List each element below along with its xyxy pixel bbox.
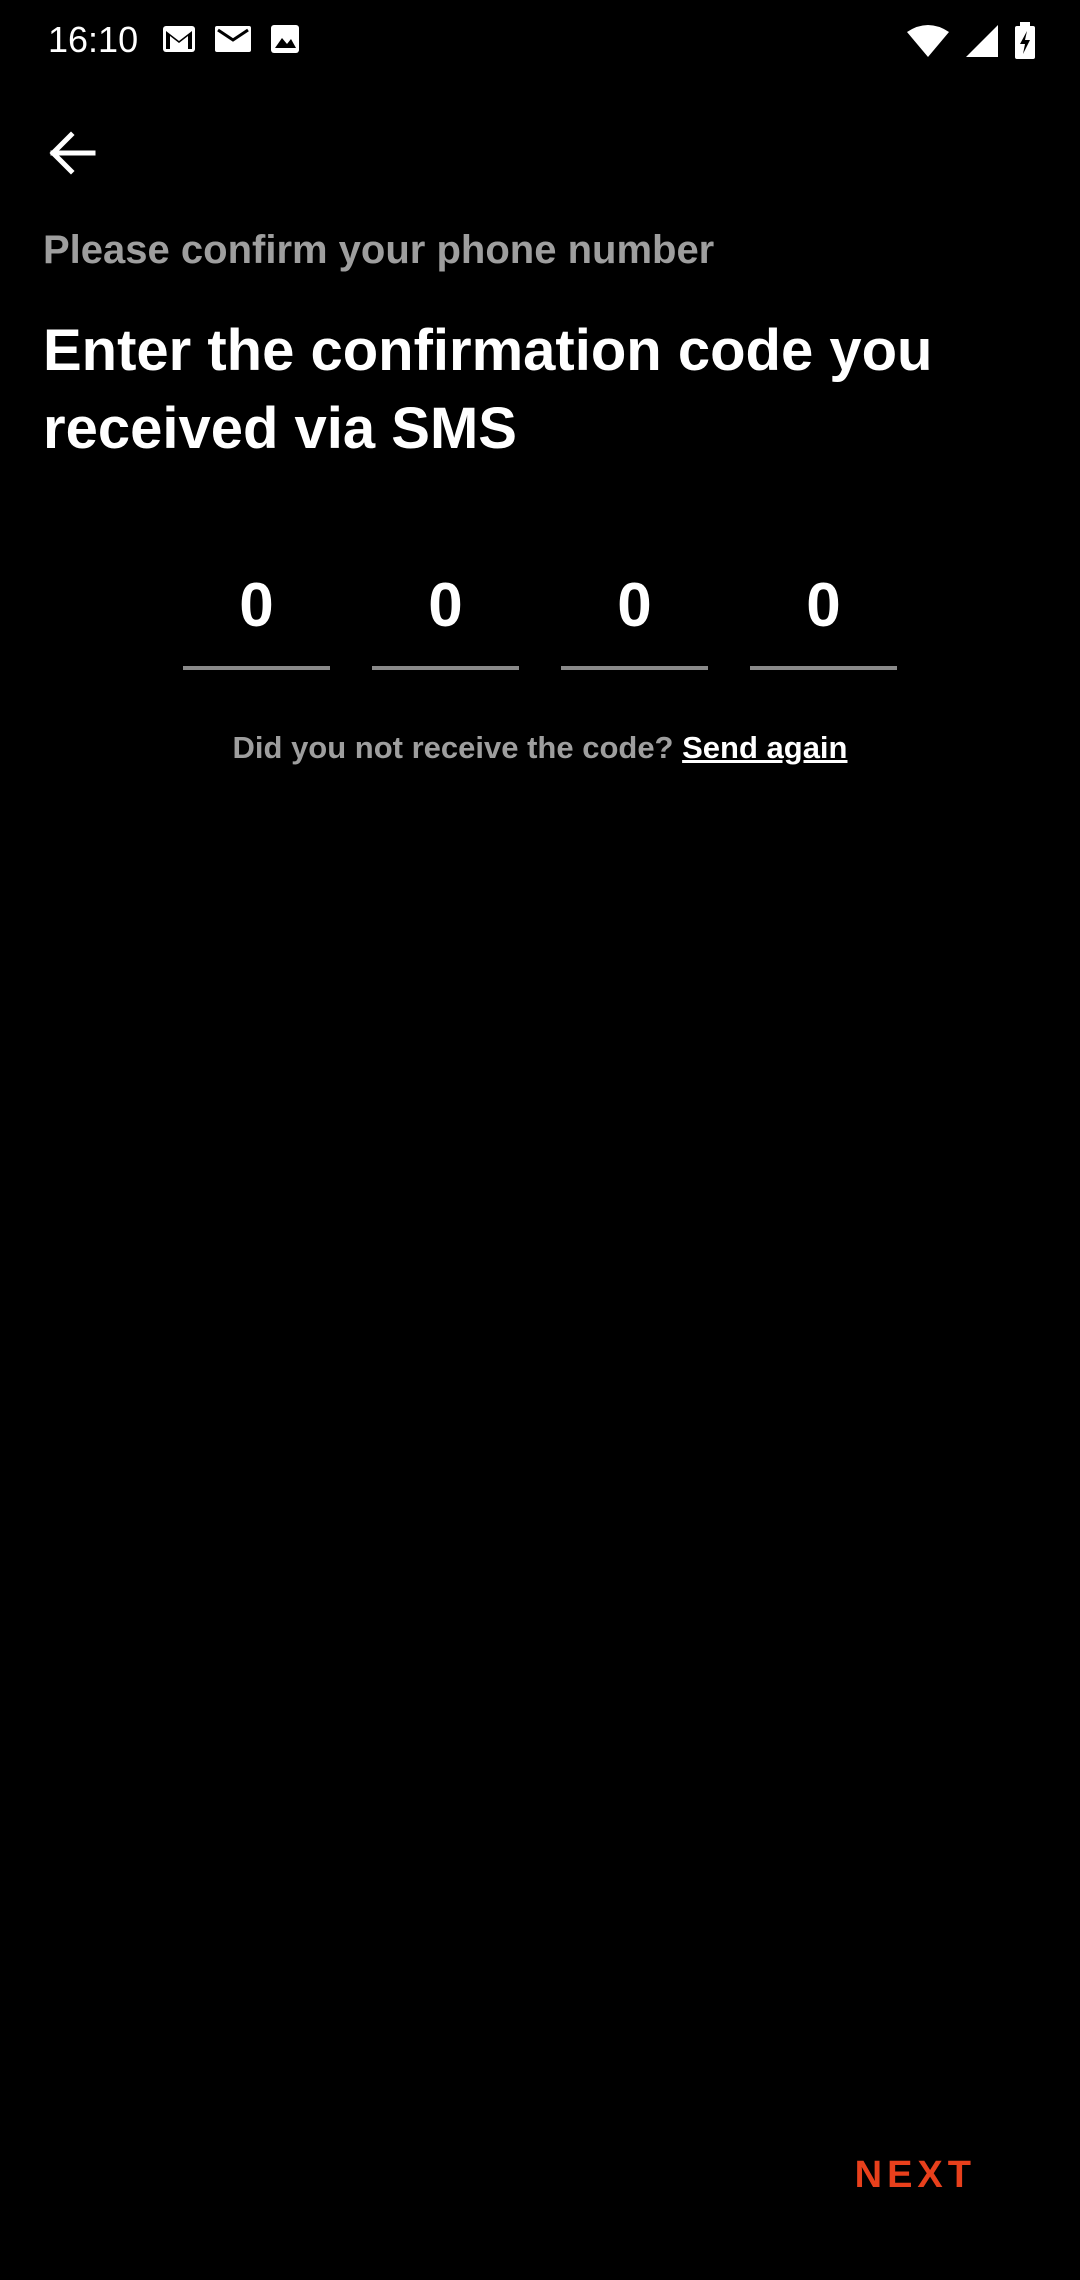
back-button[interactable]	[36, 118, 110, 192]
mail-icon	[214, 25, 252, 53]
confirmation-code-input: 0 0 0 0	[183, 560, 897, 670]
system-icons	[906, 22, 1036, 60]
wifi-icon	[906, 24, 950, 58]
page-title: Enter the confirmation code you received…	[43, 318, 933, 461]
arrow-left-icon	[49, 130, 97, 180]
image-icon	[270, 24, 300, 54]
code-digit-underline	[372, 666, 519, 670]
code-digit-value: 0	[806, 571, 841, 640]
battery-charging-icon	[1014, 22, 1036, 60]
code-digit-value: 0	[428, 571, 463, 640]
resend-prompt: Did you not receive the code?	[232, 730, 683, 765]
code-digit-value: 0	[617, 571, 652, 640]
code-digit-field-4[interactable]: 0	[750, 560, 897, 670]
signal-icon	[964, 24, 1000, 58]
send-again-link[interactable]: Send again	[682, 730, 847, 765]
code-digit-underline	[183, 666, 330, 670]
status-time: 16:10	[48, 19, 139, 60]
code-digit-field-3[interactable]: 0	[561, 560, 708, 670]
status-bar: 16:10	[0, 0, 1080, 80]
notification-icons	[162, 24, 300, 54]
page-subtitle: Please confirm your phone number	[43, 228, 715, 272]
gmail-icon	[162, 25, 196, 53]
code-digit-underline	[750, 666, 897, 670]
next-button[interactable]: NEXT	[855, 2150, 976, 2200]
code-digit-value: 0	[239, 571, 274, 640]
resend-row: Did you not receive the code? Send again	[0, 726, 1080, 770]
code-digit-field-2[interactable]: 0	[372, 560, 519, 670]
code-digit-field-1[interactable]: 0	[183, 560, 330, 670]
code-digit-underline	[561, 666, 708, 670]
